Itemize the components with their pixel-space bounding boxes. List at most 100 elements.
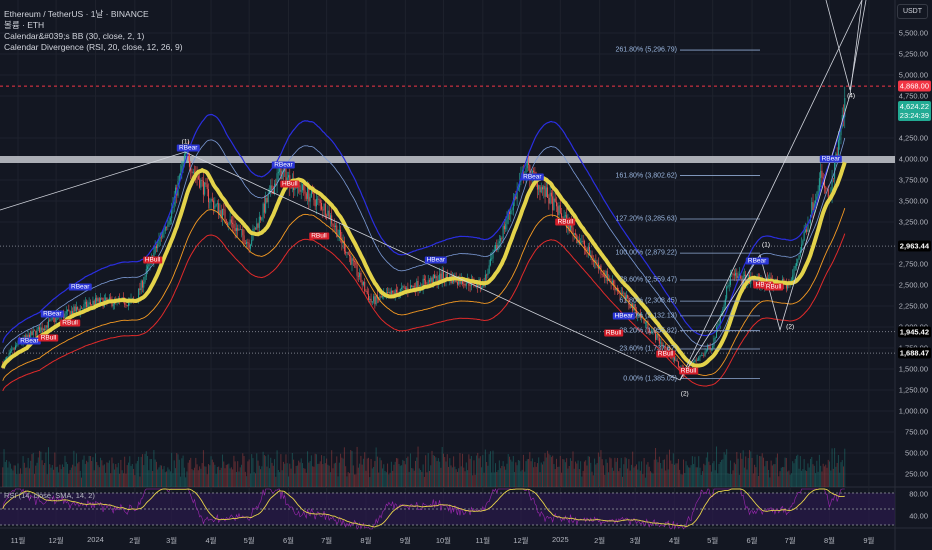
volume-bar <box>206 474 208 487</box>
candle-body <box>7 356 9 358</box>
time-axis-label: 4월 <box>669 536 681 545</box>
candle-body <box>329 215 331 219</box>
volume-bar <box>78 461 80 487</box>
candle-body <box>498 241 500 244</box>
volume-bar <box>542 464 544 487</box>
rsi-legend[interactable]: RSI (14, close, SMA, 14, 2) <box>4 491 95 500</box>
volume-bar <box>82 459 84 487</box>
volume-bar <box>628 459 630 487</box>
volume-bar <box>312 466 314 487</box>
candle-body <box>694 359 696 363</box>
volume-bar <box>22 456 24 487</box>
candle-body <box>112 304 114 307</box>
candle-body <box>321 202 323 210</box>
signal-bear-label: HBear <box>612 312 635 320</box>
volume-bar <box>468 454 470 487</box>
alert-price-tag[interactable]: 4,868.00 <box>897 80 931 92</box>
volume-bar <box>157 469 159 487</box>
candle-body <box>333 225 335 227</box>
moving-average-line <box>0 161 847 369</box>
fib-level-label: 61.80% (2,308.45) <box>619 297 677 305</box>
candle-body <box>247 241 249 243</box>
price-line-tag: 2,963.44 <box>897 240 931 252</box>
volume-bar <box>335 462 336 487</box>
candle-body <box>555 201 557 207</box>
volume-bar <box>291 453 293 487</box>
volume-bar <box>393 464 395 487</box>
volume-bar <box>735 464 737 487</box>
candle-body <box>63 313 65 319</box>
volume-bar <box>228 463 230 487</box>
candle-body <box>209 201 211 203</box>
volume-bar <box>778 476 780 487</box>
volume-bar <box>488 454 490 487</box>
volume-bar <box>215 473 217 487</box>
price-axis-label: 4,000.00 <box>898 154 928 164</box>
candle-body <box>251 239 253 245</box>
volume-bar <box>265 456 267 487</box>
candle-body <box>544 186 546 197</box>
volume-legend[interactable]: 볼륨 · ETH <box>4 20 183 31</box>
candle-body <box>233 224 235 229</box>
volume-bar <box>218 466 220 487</box>
price-line-tag: 1,945.42 <box>897 326 931 338</box>
candle-body <box>188 155 190 167</box>
volume-bar <box>478 458 480 487</box>
volume-bar <box>497 470 499 487</box>
volume-bar <box>807 463 809 487</box>
volume-bar <box>448 466 450 487</box>
volume-bar <box>689 467 691 487</box>
volume-bar <box>230 467 232 487</box>
volume-bar <box>211 459 213 487</box>
volume-bar <box>760 456 762 487</box>
candle-body <box>299 185 301 192</box>
currency-button[interactable]: USDT <box>896 4 928 19</box>
candle-body <box>733 273 735 276</box>
volume-bar <box>445 461 447 487</box>
time-axis-label: 3월 <box>629 536 641 545</box>
chart-canvas[interactable] <box>0 0 932 550</box>
volume-bar <box>368 457 370 487</box>
divergence-indicator-legend[interactable]: Calendar Divergence (RSI, 20, close, 12,… <box>4 42 183 53</box>
volume-bar <box>529 452 531 487</box>
candle-body <box>581 240 583 243</box>
volume-bar <box>152 471 154 487</box>
candle-body <box>105 297 107 300</box>
volume-bar <box>36 462 38 487</box>
volume-bar <box>717 473 719 487</box>
candle-body <box>74 306 76 312</box>
volume-bar <box>610 458 612 487</box>
volume-bar <box>597 452 599 487</box>
volume-bar <box>761 453 763 487</box>
signal-bear-label: RBear <box>819 155 843 163</box>
candle-body <box>596 262 598 264</box>
volume-bar <box>569 458 571 487</box>
candle-body <box>553 198 555 211</box>
volume-bar <box>112 463 114 487</box>
volume-bar <box>684 473 686 487</box>
volume-bar <box>103 464 105 487</box>
candle-body <box>303 184 305 191</box>
volume-bar <box>267 454 269 487</box>
volume-bar <box>37 457 39 487</box>
candle-body <box>354 260 356 262</box>
candle-body <box>101 297 103 299</box>
volume-bar <box>614 457 616 487</box>
candle-body <box>380 296 382 298</box>
volume-bar <box>144 453 146 487</box>
candle-body <box>263 203 265 213</box>
volume-bar <box>522 454 524 487</box>
candle-body <box>676 359 678 362</box>
volume-bar <box>459 453 461 487</box>
bb-indicator-legend[interactable]: Calendar&#039;s BB (30, close, 2, 1) <box>4 31 183 42</box>
candle-body <box>88 302 90 305</box>
symbol-title[interactable]: Ethereum / TetherUS · 1날 · BINANCE <box>4 9 183 20</box>
volume-bar <box>280 454 282 487</box>
candle-body <box>199 179 201 188</box>
volume-bar <box>580 461 582 487</box>
volume-bar <box>355 474 357 487</box>
volume-bar <box>465 462 467 487</box>
volume-bar <box>766 460 768 487</box>
volume-bar <box>47 447 49 487</box>
volume-bar <box>830 470 832 487</box>
